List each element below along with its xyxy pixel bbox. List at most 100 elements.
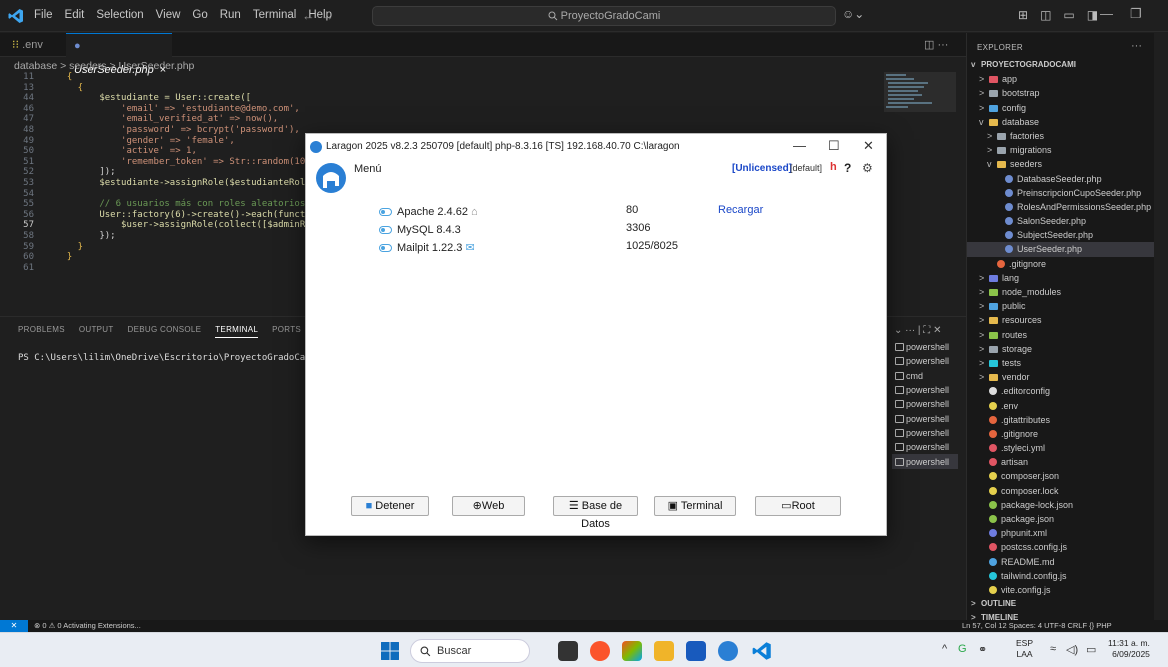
tree-item[interactable]: README.md	[967, 555, 1155, 569]
section-outline[interactable]: > OUTLINE	[967, 597, 1155, 611]
laragon-menu[interactable]: Menú	[354, 163, 382, 175]
code-line[interactable]: // 6 usuarios más con roles aleatorios	[56, 199, 305, 210]
code-line[interactable]: 'remember_token' => Str::random(10),	[56, 157, 316, 168]
terminal-instance[interactable]: powershell	[892, 397, 958, 411]
tree-item[interactable]: artisan	[967, 455, 1155, 469]
toggle-icon[interactable]	[379, 208, 392, 216]
terminal-prompt[interactable]: PS C:\Users\lilim\OneDrive\Escritorio\Pr…	[18, 353, 321, 363]
service-mysql[interactable]: MySQL 8.4.3	[379, 222, 461, 238]
menu-run[interactable]: Run	[220, 9, 241, 21]
web-button[interactable]: ⊕Web	[452, 496, 525, 516]
tree-item[interactable]: v database	[967, 115, 1155, 129]
split-editor-icon[interactable]: ◫ ···	[924, 38, 948, 51]
volume-icon[interactable]: ◁)	[1066, 643, 1078, 656]
code-line[interactable]: $user->assignRole(collect([$adminRole, $	[56, 220, 338, 231]
database-button[interactable]: ☰ Base de Datos	[553, 496, 638, 530]
toggle-sidebar-icon[interactable]: ◫	[1040, 8, 1051, 22]
tree-item[interactable]: > tests	[967, 356, 1155, 370]
layout-customize-icon[interactable]: ⊞	[1018, 8, 1028, 22]
laragon-taskbar-icon[interactable]	[718, 641, 738, 661]
breadcrumb[interactable]: database > seeders > UserSeeder.php	[14, 60, 194, 72]
minimize-icon[interactable]: —	[793, 138, 806, 153]
tree-item[interactable]: > config	[967, 101, 1155, 115]
tree-item[interactable]: DatabaseSeeder.php	[967, 172, 1155, 186]
tree-item[interactable]: UserSeeder.php	[967, 242, 1155, 257]
tree-item[interactable]: package.json	[967, 512, 1155, 526]
service-mailpit[interactable]: Mailpit 1.22.3 ✉	[379, 240, 475, 256]
toggle-icon[interactable]	[379, 244, 392, 252]
more-actions-icon[interactable]: ···	[1131, 40, 1142, 52]
tree-item[interactable]: > node_modules	[967, 285, 1155, 299]
terminal-instance[interactable]: powershell	[892, 383, 958, 397]
cloud-tray-icon[interactable]: ⚭	[978, 643, 987, 656]
menu-file[interactable]: File	[34, 9, 53, 21]
tree-item[interactable]: > public	[967, 299, 1155, 313]
restore-icon[interactable]: ❐	[1130, 6, 1142, 22]
tree-item[interactable]: tailwind.config.js	[967, 569, 1155, 583]
chevron-up-icon[interactable]: ^	[942, 643, 947, 655]
photos-icon[interactable]	[622, 641, 642, 661]
code-line[interactable]: 'email' => 'estudiante@demo.com',	[56, 104, 300, 115]
status-left[interactable]: ⊗ 0 ⚠ 0 Activating Extensions...	[34, 621, 141, 630]
terminal-instance[interactable]: powershell	[892, 340, 958, 354]
tree-item[interactable]: SalonSeeder.php	[967, 214, 1155, 228]
code-line[interactable]: 'password' => bcrypt('password'),	[56, 125, 300, 136]
tree-item[interactable]: v seeders	[967, 157, 1155, 171]
tree-item[interactable]: composer.lock	[967, 484, 1155, 498]
terminal-instance[interactable]: powershell	[892, 440, 958, 454]
status-right[interactable]: Ln 57, Col 12 Spaces: 4 UTF-8 CRLF {} PH…	[962, 621, 1112, 630]
minimize-icon[interactable]: —	[1100, 6, 1113, 21]
tree-item[interactable]: > routes	[967, 328, 1155, 342]
back-arrow-icon[interactable]: ←	[302, 8, 321, 23]
tab-userseeder[interactable]: ● UserSeeder.php ×	[66, 33, 172, 76]
nav-arrows[interactable]: ←→	[302, 8, 340, 23]
forward-arrow-icon[interactable]: →	[321, 8, 340, 23]
toggle-panel-icon[interactable]: ▭	[1063, 8, 1074, 22]
panel-actions[interactable]: ⌄ ··· | ⛶ ✕	[894, 325, 941, 336]
file-explorer-icon[interactable]	[654, 641, 674, 661]
clock[interactable]: 11:31 a. m. 6/09/2025	[1108, 638, 1150, 660]
close-icon[interactable]: ✕	[863, 138, 874, 154]
tree-item[interactable]: RolesAndPermissionsSeeder.php	[967, 200, 1155, 214]
app-tray-icon[interactable]: G	[958, 643, 967, 655]
tree-item[interactable]: > vendor	[967, 370, 1155, 384]
toggle-icon[interactable]	[379, 226, 392, 234]
menu-go[interactable]: Go	[192, 9, 207, 21]
code-line[interactable]: User::factory(6)->create()->each(functio…	[56, 210, 337, 221]
hosts-icon[interactable]: h	[830, 161, 837, 173]
tree-item[interactable]: > storage	[967, 342, 1155, 356]
tree-item[interactable]: PreinscripcionCupoSeeder.php	[967, 186, 1155, 200]
tree-item[interactable]: > resources	[967, 313, 1155, 327]
tree-item[interactable]: .gitignore	[967, 427, 1155, 441]
tree-item[interactable]: SubjectSeeder.php	[967, 228, 1155, 242]
vscode-taskbar-icon[interactable]	[752, 641, 772, 661]
reload-link[interactable]: Recargar	[718, 204, 763, 216]
tree-item[interactable]: .env	[967, 399, 1155, 413]
tree-item[interactable]: > migrations	[967, 143, 1155, 157]
tab-debug-console[interactable]: DEBUG CONSOLE	[128, 325, 202, 338]
input-language[interactable]: ESP LAA	[1016, 638, 1033, 660]
code-line[interactable]: ]);	[56, 167, 115, 178]
tree-item[interactable]: vite.config.js	[967, 583, 1155, 597]
task-view-icon[interactable]	[558, 641, 578, 661]
tree-item[interactable]: > lang	[967, 271, 1155, 285]
toggle-secondary-sidebar-icon[interactable]: ◨	[1087, 8, 1098, 22]
code-line[interactable]: $estudiante->assignRole($estudianteRole)…	[56, 178, 321, 189]
stop-button[interactable]: ■ Detener	[351, 496, 429, 516]
terminal-instance[interactable]: powershell	[892, 426, 958, 440]
tree-item[interactable]: > app	[967, 72, 1155, 86]
tab-env[interactable]: ⁝⁝ .env	[4, 33, 51, 57]
tree-item[interactable]: composer.json	[967, 469, 1155, 483]
code-line[interactable]: {	[56, 72, 72, 83]
taskbar-search[interactable]: Buscar	[410, 639, 530, 663]
code-line[interactable]: {	[56, 83, 83, 94]
windows-start-icon[interactable]	[380, 641, 400, 661]
tree-item[interactable]: .gitattributes	[967, 413, 1155, 427]
profile-default[interactable]: [default]	[790, 163, 822, 173]
maximize-icon[interactable]: ☐	[828, 138, 840, 154]
command-center-search[interactable]: ProyectoGradoCami	[372, 6, 836, 26]
wifi-icon[interactable]: ≈	[1050, 643, 1056, 655]
menu-view[interactable]: View	[156, 9, 181, 21]
terminal-instance[interactable]: powershell	[892, 454, 958, 469]
code-line[interactable]: }	[56, 242, 83, 253]
